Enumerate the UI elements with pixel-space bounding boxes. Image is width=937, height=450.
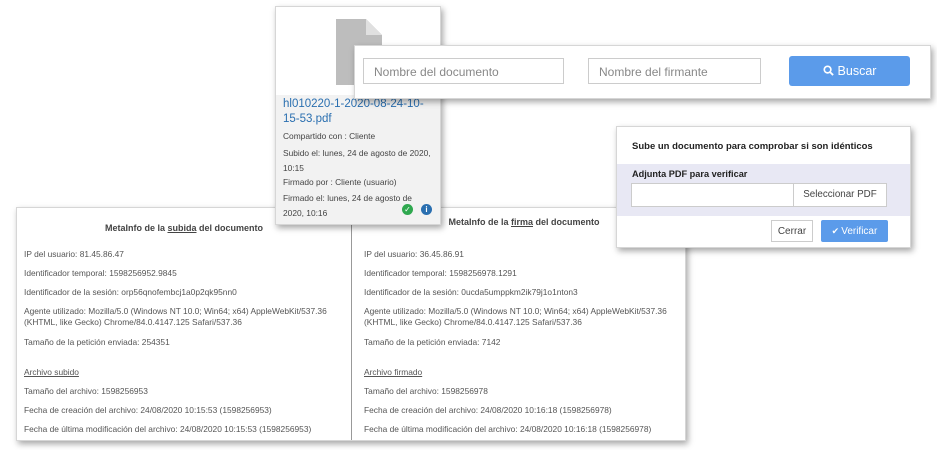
- search-icon: [823, 65, 834, 76]
- info-icon[interactable]: i: [421, 204, 432, 215]
- verify-dialog-title: Sube un documento para comprobar si son …: [632, 141, 873, 152]
- close-button[interactable]: Cerrar: [771, 220, 813, 242]
- attach-pdf-label: Adjunta PDF para verificar: [632, 169, 748, 179]
- pdf-file-input[interactable]: Seleccionar PDF: [631, 183, 887, 207]
- upload-agent: Agente utilizado: Mozilla/5.0 (Windows N…: [24, 306, 327, 316]
- signer-name-input[interactable]: Nombre del firmante: [588, 58, 761, 84]
- sign-agent-cont: (KHTML, like Gecko) Chrome/84.0.4147.125…: [364, 317, 582, 327]
- upload-temp-id: Identificador temporal: 1598256952.9845: [24, 268, 177, 278]
- document-filename-link[interactable]: hl010220-1-2020-08-24-10-15-53.pdf: [283, 97, 433, 127]
- upload-modified: Fecha de última modificación del archivo…: [24, 424, 312, 434]
- upload-request-size: Tamaño de la petición enviada: 254351: [24, 337, 170, 347]
- sign-file-size: Tamaño del archivo: 1598256978: [364, 386, 488, 396]
- uploaded-date: Subido el: lunes, 24 de agosto de 2020, …: [283, 148, 431, 173]
- sign-modified: Fecha de última modificación del archivo…: [364, 424, 652, 434]
- metainfo-panel: MetaInfo de la subida del documento IP d…: [16, 207, 686, 441]
- verify-upload-area: Adjunta PDF para verificar Seleccionar P…: [617, 164, 910, 216]
- search-bar: Nombre del documento Nombre del firmante…: [354, 45, 931, 99]
- document-name-input[interactable]: Nombre del documento: [363, 58, 564, 84]
- sign-session-id: Identificador de la sesión: 0ucda5umppkm…: [364, 287, 578, 297]
- sign-created: Fecha de creación del archivo: 24/08/202…: [364, 405, 612, 415]
- double-check-icon: ✔: [831, 226, 840, 236]
- upload-session-id: Identificador de la sesión: orp56qnofemb…: [24, 287, 237, 297]
- document-card[interactable]: hl010220-1-2020-08-24-10-15-53.pdf Compa…: [275, 6, 441, 225]
- search-button[interactable]: Buscar: [789, 56, 910, 86]
- verify-dialog: Sube un documento para comprobar si son …: [616, 126, 911, 248]
- upload-created: Fecha de creación del archivo: 24/08/202…: [24, 405, 272, 415]
- verify-button[interactable]: ✔ Verificar: [821, 220, 888, 242]
- sign-section-title: Archivo firmado: [364, 367, 423, 377]
- check-icon: ✓: [402, 204, 413, 215]
- sign-ip: IP del usuario: 36.45.86.91: [364, 249, 464, 259]
- sign-temp-id: Identificador temporal: 1598256978.1291: [364, 268, 517, 278]
- shared-with: Compartido con : Cliente: [283, 131, 376, 141]
- signed-by: Firmado por : Cliente (usuario): [283, 177, 397, 187]
- sign-request-size: Tamaño de la petición enviada: 7142: [364, 337, 501, 347]
- metainfo-upload-column: MetaInfo de la subida del documento IP d…: [17, 208, 352, 440]
- upload-file-size: Tamaño del archivo: 1598256953: [24, 386, 148, 396]
- upload-ip: IP del usuario: 81.45.86.47: [24, 249, 124, 259]
- upload-section-title: Archivo subido: [24, 367, 79, 377]
- sign-agent: Agente utilizado: Mozilla/5.0 (Windows N…: [364, 306, 667, 316]
- select-pdf-button[interactable]: Seleccionar PDF: [793, 184, 886, 206]
- upload-agent-cont: (KHTML, like Gecko) Chrome/84.0.4147.125…: [24, 317, 242, 327]
